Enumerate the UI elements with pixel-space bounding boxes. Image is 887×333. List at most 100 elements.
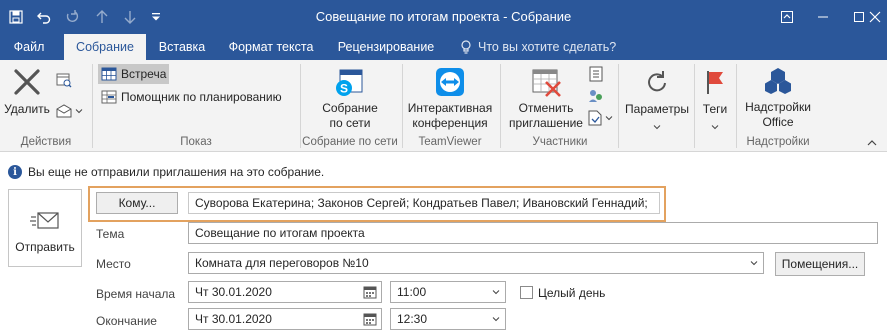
calendar-forward-icon[interactable] bbox=[56, 72, 74, 90]
tags-label: Теги bbox=[702, 102, 728, 116]
cancel-invitation-label-1: Отменить bbox=[518, 101, 574, 115]
online-meeting-label-1: Собрание bbox=[322, 101, 378, 115]
collapse-ribbon-icon[interactable] bbox=[867, 136, 879, 148]
options-label: Параметры bbox=[625, 102, 689, 116]
send-envelope-icon bbox=[30, 212, 59, 229]
start-time-dropdown-icon[interactable] bbox=[487, 282, 505, 302]
office-addins-button[interactable]: Надстройки Office bbox=[740, 64, 816, 134]
subject-field[interactable]: Совещание по итогам проекта bbox=[188, 222, 878, 244]
end-time-field[interactable]: 12:30 bbox=[390, 308, 506, 330]
info-icon: i bbox=[8, 165, 22, 179]
delete-button[interactable]: Удалить bbox=[4, 64, 50, 122]
scheduling-assistant-label: Помощник по планированию bbox=[121, 90, 282, 104]
scheduling-assistant-button[interactable]: Помощник по планированию bbox=[101, 87, 282, 107]
interactive-conference-label-1: Интерактивная bbox=[407, 101, 493, 115]
cancel-invitation-button[interactable]: Отменить приглашение bbox=[506, 64, 586, 134]
refresh-icon bbox=[648, 71, 666, 92]
send-button[interactable]: Отправить bbox=[8, 189, 82, 267]
office-addins-label-1: Надстройки bbox=[745, 100, 811, 114]
interactive-conference-label-2: конференция bbox=[412, 116, 488, 130]
start-time-value: 11:00 bbox=[397, 285, 427, 299]
ribbon-tabs: Файл Собрание Вставка Формат текста Реце… bbox=[0, 34, 887, 60]
to-field[interactable]: Суворова Екатерина; Законов Сергей; Конд… bbox=[188, 192, 660, 214]
tell-me-search[interactable]: Что вы хотите сделать? bbox=[460, 34, 616, 60]
end-date-value: Чт 30.01.2020 bbox=[195, 312, 272, 326]
customize-qat-icon[interactable] bbox=[142, 0, 170, 34]
tab-file[interactable]: Файл bbox=[2, 34, 56, 60]
save-icon[interactable] bbox=[2, 0, 30, 34]
location-label: Место bbox=[96, 257, 131, 271]
end-date-field[interactable]: Чт 30.01.2020 bbox=[188, 308, 382, 330]
interactive-conference-button[interactable]: Интерактивная конференция bbox=[404, 64, 496, 134]
location-field[interactable]: Комната для переговоров №10 bbox=[188, 252, 764, 274]
start-date-field[interactable]: Чт 30.01.2020 bbox=[188, 281, 382, 303]
tab-meeting[interactable]: Собрание bbox=[64, 34, 146, 60]
subject-label: Тема bbox=[96, 227, 125, 241]
lightbulb-icon bbox=[461, 40, 471, 54]
location-value: Комната для переговоров №10 bbox=[195, 256, 369, 270]
chevron-down-icon bbox=[653, 125, 661, 130]
delete-label: Удалить bbox=[4, 102, 50, 116]
group-actions-label: Действия bbox=[20, 136, 72, 148]
undo-icon[interactable] bbox=[30, 0, 58, 34]
start-time-field[interactable]: 11:00 bbox=[390, 281, 506, 303]
end-time-label: Окончание bbox=[96, 314, 157, 328]
to-button[interactable]: Кому... bbox=[96, 192, 178, 214]
online-meeting-button[interactable]: S Собрание по сети bbox=[306, 64, 394, 134]
group-separator bbox=[736, 64, 737, 148]
end-time-value: 12:30 bbox=[397, 312, 428, 326]
flag-icon bbox=[707, 71, 723, 94]
group-separator bbox=[694, 64, 695, 148]
group-separator bbox=[92, 64, 93, 148]
skype-meeting-icon: S bbox=[336, 69, 363, 96]
office-addins-label-2: Office bbox=[762, 115, 794, 129]
response-options-icon[interactable] bbox=[588, 110, 616, 126]
options-button[interactable]: Параметры bbox=[622, 64, 692, 134]
chevron-down-icon bbox=[711, 125, 719, 130]
tell-me-label: Что вы хотите сделать? bbox=[478, 40, 617, 54]
group-separator bbox=[618, 64, 619, 148]
start-time-label: Время начала bbox=[96, 287, 176, 301]
check-names-icon[interactable] bbox=[588, 88, 606, 104]
move-to-folder-icon[interactable] bbox=[56, 102, 86, 120]
scheduling-icon bbox=[101, 90, 117, 104]
meeting-view-button[interactable]: Встреча bbox=[98, 64, 170, 84]
tab-insert[interactable]: Вставка bbox=[150, 34, 214, 60]
end-time-dropdown-icon[interactable] bbox=[487, 309, 505, 329]
calendar-grid-icon bbox=[101, 67, 117, 81]
all-day-checkbox[interactable] bbox=[520, 286, 533, 299]
rooms-button[interactable]: Помещения... bbox=[775, 252, 865, 276]
ribbon-display-options-icon[interactable] bbox=[769, 0, 805, 34]
group-attendees-label: Участники bbox=[532, 136, 588, 148]
end-date-calendar-icon[interactable] bbox=[359, 309, 381, 329]
delete-icon bbox=[14, 69, 40, 95]
address-book-icon[interactable] bbox=[588, 66, 606, 82]
group-separator bbox=[500, 64, 501, 148]
title-bar: Совещание по итогам проекта - Собрание bbox=[0, 0, 887, 34]
svg-text:S: S bbox=[340, 82, 348, 96]
all-day-label: Целый день bbox=[538, 286, 606, 300]
arrow-up-icon[interactable] bbox=[88, 0, 116, 34]
addins-icon bbox=[765, 68, 791, 94]
meeting-view-label: Встреча bbox=[121, 67, 167, 81]
start-date-calendar-icon[interactable] bbox=[359, 282, 381, 302]
cancel-invitation-label-2: приглашение bbox=[509, 116, 583, 130]
tab-review[interactable]: Рецензирование bbox=[330, 34, 442, 60]
teamviewer-icon bbox=[436, 68, 464, 96]
ribbon: Удалить Действия Встреча Помощник по пла… bbox=[0, 60, 887, 152]
tab-format-text[interactable]: Формат текста bbox=[220, 34, 322, 60]
group-show-label: Показ bbox=[180, 136, 212, 148]
start-date-value: Чт 30.01.2020 bbox=[195, 285, 272, 299]
send-label: Отправить bbox=[15, 240, 75, 254]
info-bar: i Вы еще не отправили приглашения на это… bbox=[8, 164, 324, 180]
arrow-down-icon[interactable] bbox=[116, 0, 144, 34]
close-icon[interactable] bbox=[863, 0, 887, 34]
tags-button[interactable]: Теги bbox=[696, 64, 734, 134]
cancel-meeting-icon bbox=[532, 69, 561, 97]
info-text: Вы еще не отправили приглашения на это с… bbox=[28, 165, 325, 179]
minimize-icon[interactable] bbox=[805, 0, 841, 34]
redo-icon[interactable] bbox=[58, 0, 86, 34]
group-addins-label: Надстройки bbox=[746, 136, 810, 148]
location-dropdown-icon[interactable] bbox=[745, 253, 763, 273]
online-meeting-label-2: по сети bbox=[329, 116, 371, 130]
